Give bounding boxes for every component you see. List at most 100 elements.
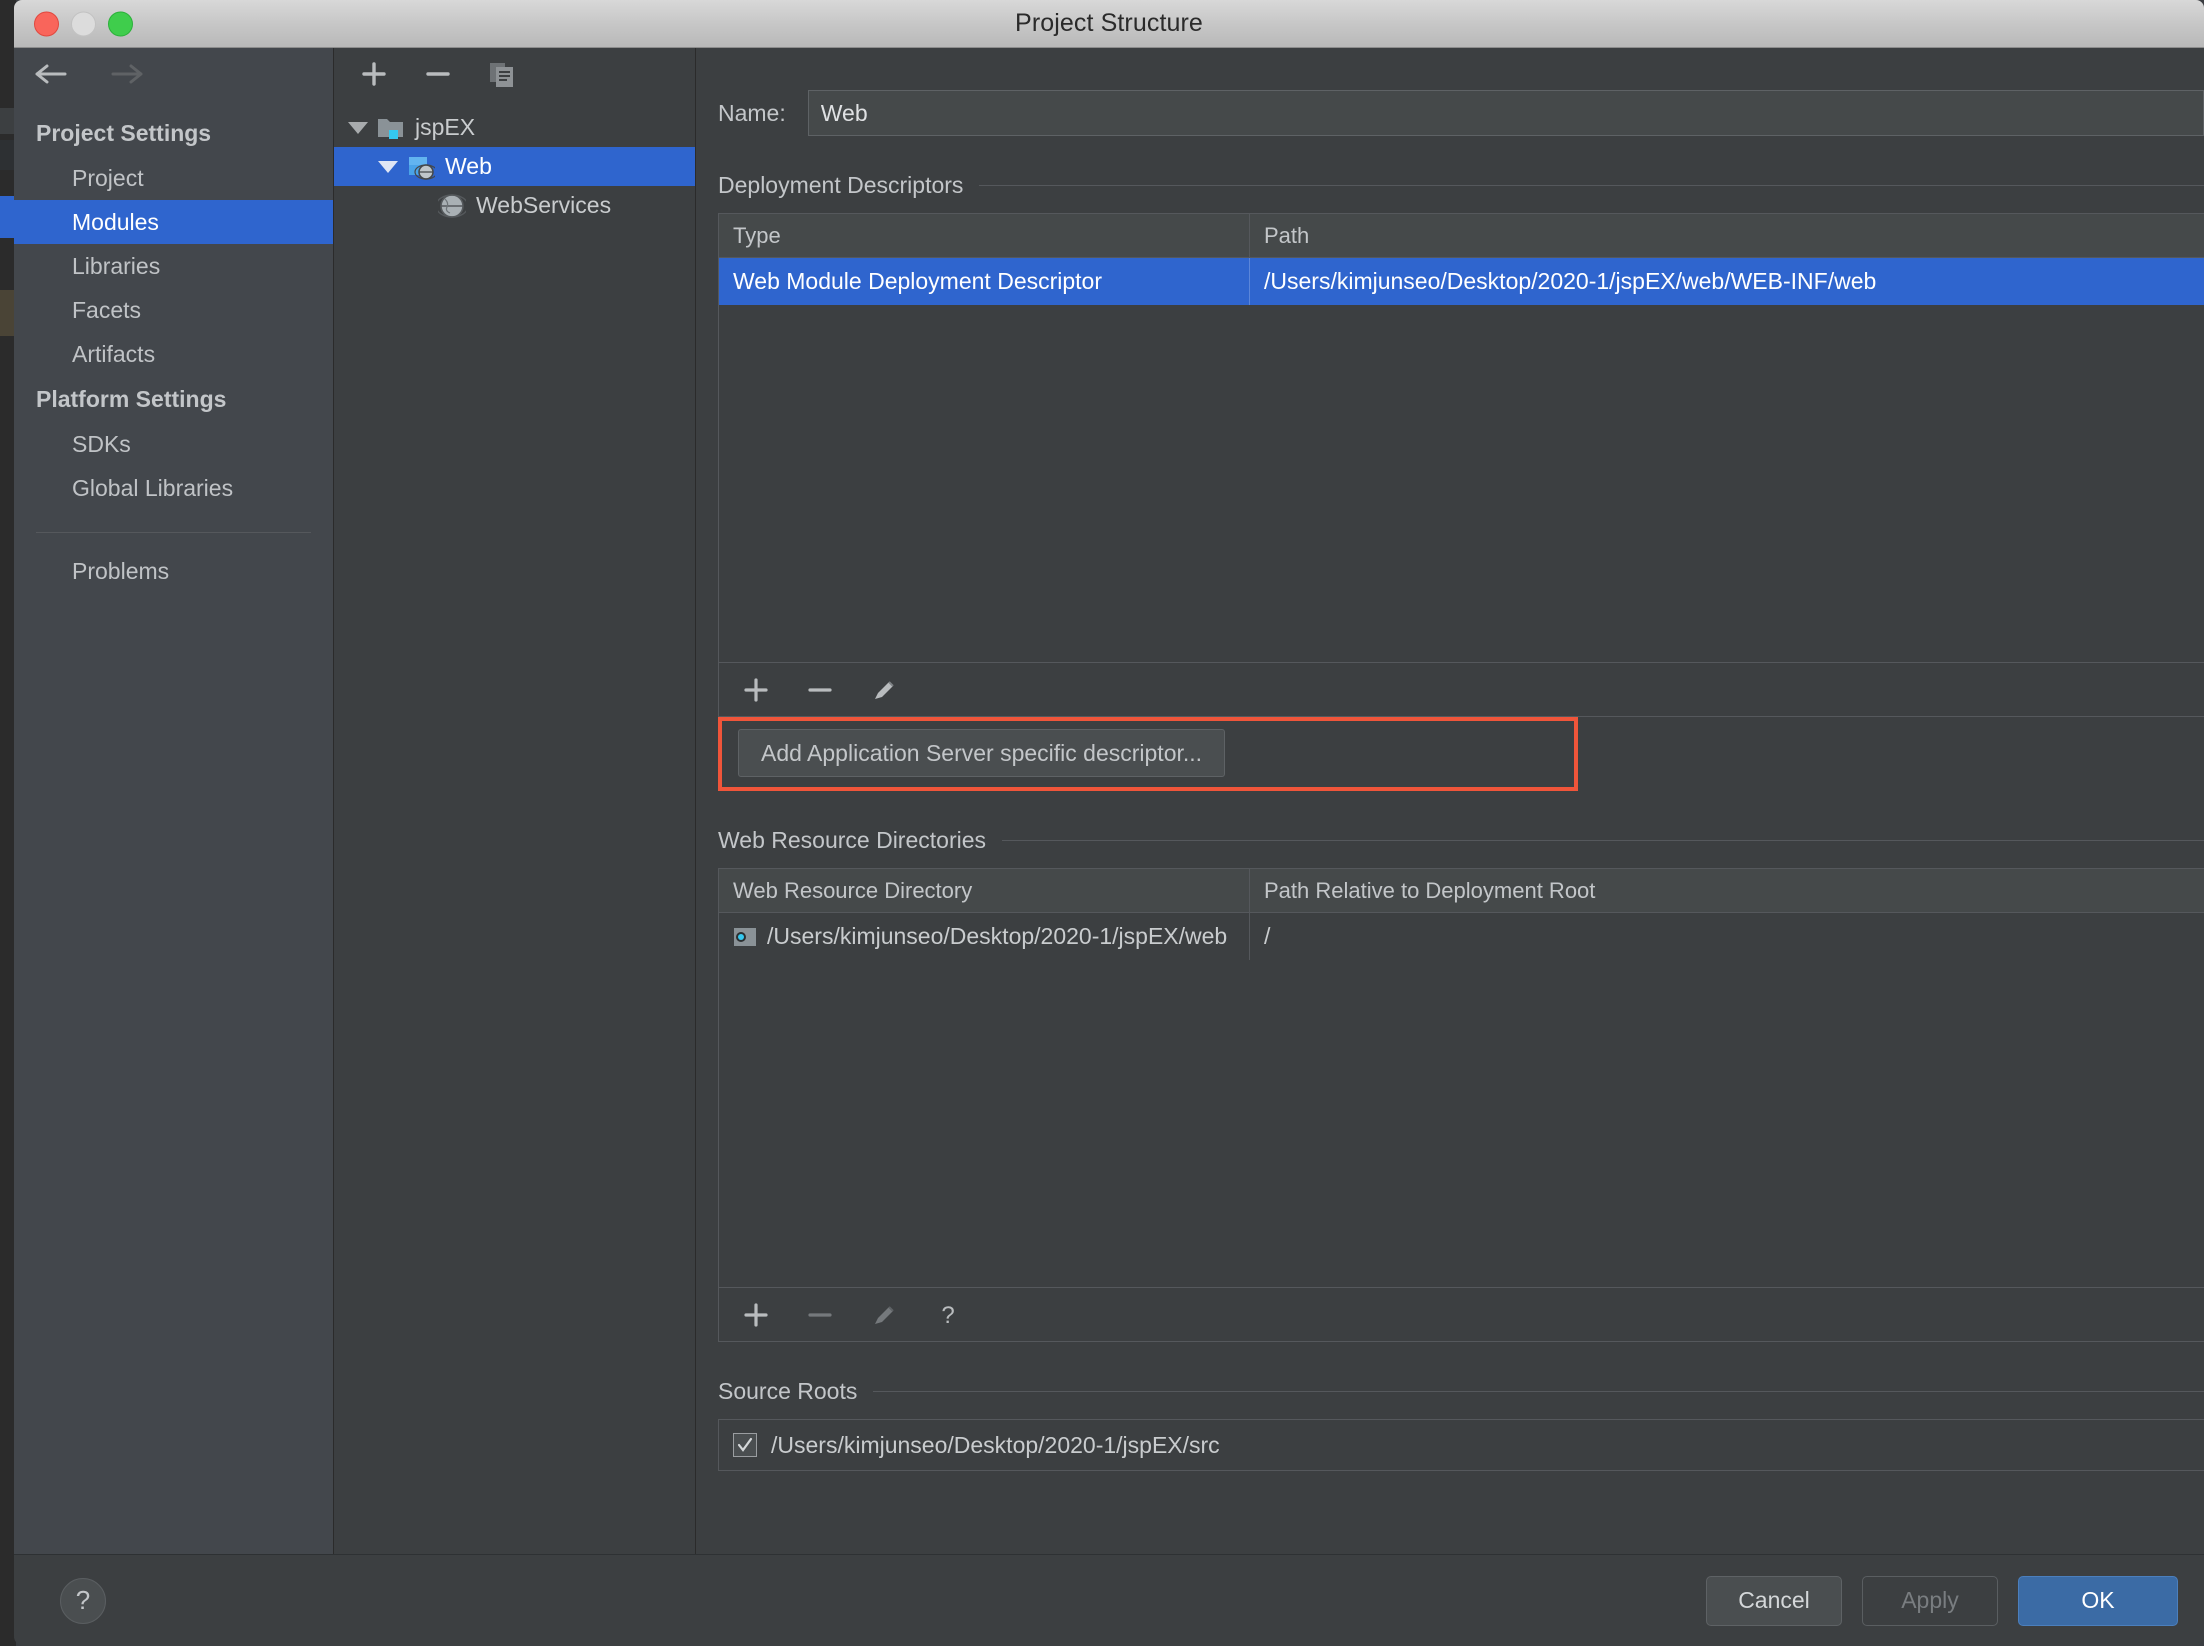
table-header: Type Path (719, 214, 2204, 258)
section-rule (873, 1391, 2204, 1392)
module-name-label: Name: (718, 99, 786, 126)
edit-web-resource-button[interactable] (863, 1295, 905, 1335)
module-name-input[interactable] (807, 90, 2204, 136)
cell-path: /Users/kimjunseo/Desktop/2020-1/jspEX/we… (1249, 258, 2204, 305)
cell-relative-path: / (1249, 913, 2204, 960)
add-descriptor-button[interactable] (735, 670, 777, 710)
section-rule (979, 185, 2204, 186)
source-root-checkbox[interactable] (733, 1433, 757, 1457)
minus-icon (808, 1312, 832, 1317)
section-rule (1002, 840, 2204, 841)
close-button[interactable] (34, 11, 59, 36)
edit-descriptor-button[interactable] (863, 670, 905, 710)
module-content-panel: Name: Deployment Descriptors Type Path (696, 48, 2204, 1554)
module-tree-panel: jspEX Web WebServices (334, 48, 696, 1554)
web-resource-directories-title-row: Web Resource Directories (718, 827, 2204, 854)
tree-node-label: WebServices (476, 192, 612, 218)
cell-text: /Users/kimjunseo/Desktop/2020-1/jspEX/we… (767, 923, 1228, 949)
tree-node-webservices[interactable]: WebServices (334, 186, 695, 225)
table-body: Web Module Deployment Descriptor /Users/… (719, 258, 2204, 662)
pencil-icon (875, 1305, 894, 1324)
web-module-icon (407, 154, 435, 180)
plus-icon (744, 1302, 768, 1327)
table-body: /Users/kimjunseo/Desktop/2020-1/jspEX/we… (719, 913, 2204, 1287)
deployment-descriptors-section: Deployment Descriptors Type Path Web Mod… (696, 172, 2204, 791)
zoom-button[interactable] (108, 11, 133, 36)
add-module-button[interactable] (352, 54, 396, 94)
deployment-descriptors-title-row: Deployment Descriptors (718, 172, 2204, 199)
table-header: Web Resource Directory Path Relative to … (719, 869, 2204, 913)
chevron-down-icon[interactable] (348, 121, 368, 134)
web-resource-help-button[interactable]: ? (927, 1295, 969, 1335)
minimize-button[interactable] (71, 11, 96, 36)
cell-web-resource-directory: /Users/kimjunseo/Desktop/2020-1/jspEX/we… (719, 913, 1249, 960)
forward-button[interactable] (106, 57, 146, 91)
sidebar-item-project[interactable]: Project (14, 156, 333, 200)
deployment-descriptors-toolbar (718, 663, 2204, 717)
copy-icon (490, 63, 513, 87)
tree-node-web[interactable]: Web (334, 147, 695, 186)
module-name-row: Name: (696, 48, 2204, 136)
deployment-descriptors-table: Type Path Web Module Deployment Descript… (718, 213, 2204, 663)
column-header-web-resource-directory[interactable]: Web Resource Directory (719, 869, 1249, 912)
project-structure-dialog: Project Structure Project Settings Proje… (14, 0, 2204, 1646)
pencil-icon (875, 680, 894, 699)
column-header-path[interactable]: Path (1249, 214, 2204, 257)
back-button[interactable] (32, 57, 72, 91)
section-title: Deployment Descriptors (718, 172, 964, 198)
sidebar-item-sdks[interactable]: SDKs (14, 422, 333, 466)
question-icon: ? (941, 1302, 954, 1329)
add-web-resource-button[interactable] (735, 1295, 777, 1335)
web-resource-directories-table: Web Resource Directory Path Relative to … (718, 868, 2204, 1288)
source-roots-title-row: Source Roots (718, 1378, 2204, 1405)
arrow-right-icon (111, 64, 143, 84)
tree-node-label: Web (445, 153, 492, 179)
copy-module-button[interactable] (480, 54, 524, 94)
sidebar-item-global-libraries[interactable]: Global Libraries (14, 466, 333, 510)
window-titlebar: Project Structure (14, 0, 2204, 48)
arrow-left-icon (35, 64, 67, 84)
column-header-type[interactable]: Type (719, 214, 1249, 257)
remove-descriptor-button[interactable] (799, 670, 841, 710)
sidebar-item-modules[interactable]: Modules (14, 200, 333, 244)
sidebar-item-problems[interactable]: Problems (14, 549, 333, 593)
chevron-down-icon[interactable] (378, 160, 398, 173)
minus-icon (426, 72, 450, 76)
column-header-path-relative[interactable]: Path Relative to Deployment Root (1249, 869, 2204, 912)
sidebar-divider (36, 532, 311, 533)
settings-nav-list: Project Settings Project Modules Librari… (14, 100, 333, 593)
help-button[interactable]: ? (60, 1577, 106, 1624)
apply-button[interactable]: Apply (1862, 1575, 1998, 1626)
source-root-path: /Users/kimjunseo/Desktop/2020-1/jspEX/sr… (771, 1431, 1220, 1458)
table-row[interactable]: /Users/kimjunseo/Desktop/2020-1/jspEX/we… (719, 913, 2204, 960)
project-folder-icon (377, 115, 405, 141)
settings-sidebar: Project Settings Project Modules Librari… (14, 48, 334, 1554)
tree-node-jspex[interactable]: jspEX (334, 108, 695, 147)
section-title: Web Resource Directories (718, 827, 987, 853)
tree-node-label: jspEX (415, 114, 476, 140)
svg-text:?: ? (941, 1302, 954, 1329)
add-app-server-descriptor-button[interactable]: Add Application Server specific descript… (738, 729, 1226, 777)
add-app-server-descriptor-highlight: Add Application Server specific descript… (718, 717, 1578, 791)
nav-group-header-project-settings: Project Settings (36, 120, 212, 146)
table-row[interactable]: Web Module Deployment Descriptor /Users/… (719, 258, 2204, 305)
cancel-button[interactable]: Cancel (1706, 1575, 1842, 1626)
module-tree-toolbar (334, 48, 695, 100)
remove-web-resource-button[interactable] (799, 1295, 841, 1335)
sidebar-item-libraries[interactable]: Libraries (14, 244, 333, 288)
section-title: Source Roots (718, 1378, 858, 1404)
folder-module-icon (733, 926, 757, 948)
ok-button[interactable]: OK (2018, 1575, 2178, 1626)
window-title: Project Structure (1015, 9, 1203, 37)
sidebar-item-artifacts[interactable]: Artifacts (14, 332, 333, 376)
sidebar-item-facets[interactable]: Facets (14, 288, 333, 332)
globe-icon (438, 192, 466, 220)
plus-icon (362, 62, 386, 86)
remove-module-button[interactable] (416, 54, 460, 94)
nav-group-header-platform-settings: Platform Settings (36, 386, 227, 412)
module-tree: jspEX Web WebServices (334, 100, 695, 225)
minus-icon (808, 687, 832, 692)
source-root-row[interactable]: /Users/kimjunseo/Desktop/2020-1/jspEX/sr… (718, 1419, 2204, 1471)
plus-icon (744, 677, 768, 702)
web-resource-directories-toolbar: ? (718, 1288, 2204, 1342)
